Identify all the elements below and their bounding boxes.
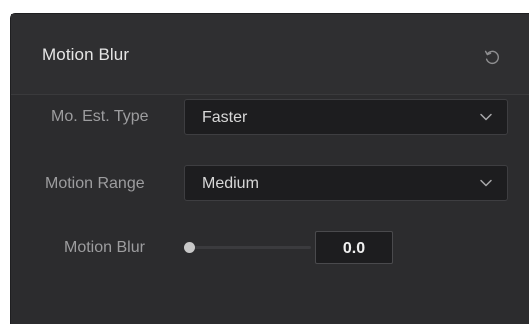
mo-est-type-label: Mo. Est. Type (51, 108, 149, 125)
motion-blur-label: Motion Blur (64, 239, 145, 256)
chevron-down-icon (480, 179, 492, 187)
motion-range-value: Medium (202, 175, 259, 192)
reset-icon[interactable] (483, 48, 501, 66)
motion-blur-value-field[interactable]: 0.0 (315, 231, 393, 264)
chevron-down-icon (480, 113, 492, 121)
mo-est-type-dropdown[interactable]: Faster (184, 99, 508, 135)
motion-blur-slider-handle[interactable] (184, 242, 195, 253)
motion-blur-panel: Motion Blur Mo. Est. Type Faster Motion … (11, 14, 529, 324)
motion-blur-value: 0.0 (342, 240, 366, 257)
mo-est-type-value: Faster (202, 109, 248, 126)
panel-title: Motion Blur (42, 45, 130, 64)
motion-range-label: Motion Range (45, 175, 145, 192)
motion-blur-slider-track[interactable] (189, 246, 311, 249)
motion-range-dropdown[interactable]: Medium (184, 165, 508, 201)
panel-header: Motion Blur (11, 14, 529, 95)
